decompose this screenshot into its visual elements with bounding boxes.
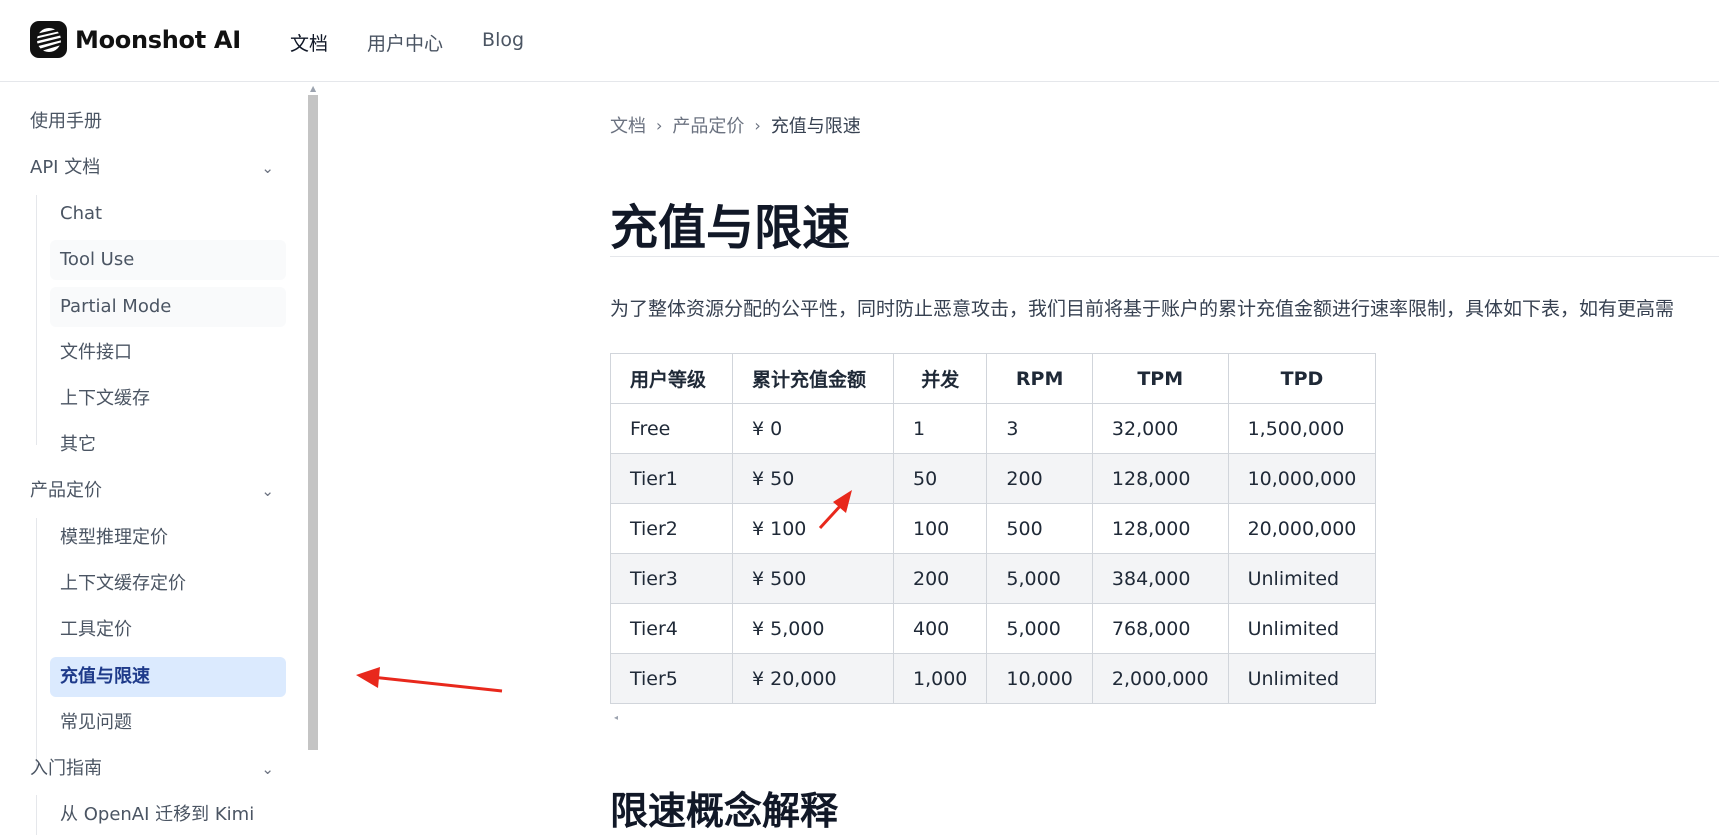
sidebar-item-tool-pricing[interactable]: 工具定价	[50, 610, 286, 650]
table-cell: 500	[986, 503, 1093, 554]
sidebar-item-cache-pricing[interactable]: 上下文缓存定价	[50, 564, 286, 604]
nav-docs[interactable]: 文档	[290, 29, 328, 56]
sidebar-item-tool-use[interactable]: Tool Use	[50, 240, 286, 280]
sidebar: 使用手册 API 文档 ⌄ Chat Tool Use Partial Mode…	[0, 83, 300, 835]
sidebar-item-manual[interactable]: 使用手册	[30, 102, 102, 142]
table-cell: 384,000	[1091, 553, 1229, 604]
scroll-up-icon[interactable]: ▲	[310, 84, 316, 93]
table-cell: 1,000	[892, 653, 988, 704]
sidebar-item-faq[interactable]: 常见问题	[50, 703, 286, 743]
sidebar-item-other[interactable]: 其它	[50, 425, 286, 465]
table-cell: Unlimited	[1227, 653, 1377, 704]
section-title: 限速概念解释	[610, 789, 839, 833]
table-cell: Unlimited	[1227, 603, 1377, 654]
table-cell: Unlimited	[1227, 553, 1377, 604]
table-cell: 20,000,000	[1227, 503, 1377, 554]
table-row: Tier4 ¥ 5,000 400 5,000 768,000 Unlimite…	[610, 603, 1377, 654]
moonshot-logo-icon	[30, 21, 67, 58]
table-cell: ¥ 500	[732, 553, 894, 604]
table-cell: Tier4	[610, 603, 733, 654]
top-navbar: Moonshot AI 文档 用户中心 Blog	[0, 0, 1719, 82]
chevron-right-icon: ›	[754, 115, 761, 135]
table-cell: 32,000	[1091, 403, 1229, 454]
nav-user-center[interactable]: 用户中心	[367, 29, 443, 56]
sidebar-rail	[36, 518, 37, 768]
table-cell: 2,000,000	[1091, 653, 1229, 704]
rate-limit-table: 用户等级 累计充值金额 并发 RPM TPM TPD Free ¥ 0 1 3 …	[610, 353, 1377, 704]
annotation-arrow	[356, 667, 503, 693]
chevron-down-icon: ⌄	[261, 159, 274, 177]
breadcrumb-docs[interactable]: 文档	[610, 112, 646, 138]
breadcrumb: 文档 › 产品定价 › 充值与限速	[610, 112, 861, 138]
table-cell: Free	[610, 403, 733, 454]
top-nav: 文档 用户中心 Blog	[290, 29, 563, 56]
sidebar-section-pricing[interactable]: 产品定价 ⌄	[30, 471, 274, 511]
chevron-right-icon: ›	[656, 115, 663, 135]
table-cell: 128,000	[1091, 453, 1229, 504]
sidebar-section-label: API 文档	[30, 157, 101, 178]
table-row: Tier2 ¥ 100 100 500 128,000 20,000,000	[610, 503, 1377, 554]
sidebar-section-label: 产品定价	[30, 480, 102, 501]
page-title: 充值与限速	[610, 200, 851, 256]
table-cell: ¥ 20,000	[732, 653, 894, 704]
table-cell: 128,000	[1091, 503, 1229, 554]
table-cell: 768,000	[1091, 603, 1229, 654]
sidebar-item-recharge-rate-limit[interactable]: 充值与限速	[50, 657, 286, 697]
table-cell: 1,500,000	[1227, 403, 1377, 454]
table-cell: 1	[892, 403, 988, 454]
table-header: TPM	[1091, 353, 1229, 404]
table-cell: 200	[986, 453, 1093, 504]
breadcrumb-pricing[interactable]: 产品定价	[672, 112, 744, 138]
brand-name: Moonshot AI	[75, 25, 241, 54]
intro-paragraph: 为了整体资源分配的公平性，同时防止恶意攻击，我们目前将基于账户的累计充值金额进行…	[610, 298, 1675, 320]
table-header: TPD	[1227, 353, 1377, 404]
breadcrumb-current: 充值与限速	[770, 116, 861, 137]
table-header-row: 用户等级 累计充值金额 并发 RPM TPM TPD	[610, 353, 1377, 404]
table-row: Tier5 ¥ 20,000 1,000 10,000 2,000,000 Un…	[610, 653, 1377, 704]
sidebar-item-partial-mode[interactable]: Partial Mode	[50, 287, 286, 327]
table-cell: 10,000	[986, 653, 1093, 704]
table-cell: ¥ 100	[732, 503, 894, 554]
sidebar-section-getting-started[interactable]: 入门指南 ⌄	[30, 749, 274, 789]
table-header: 用户等级	[610, 353, 733, 404]
table-cell: Tier5	[610, 653, 733, 704]
brand-logo[interactable]: Moonshot AI	[30, 21, 241, 58]
sidebar-item-chat[interactable]: Chat	[50, 194, 286, 234]
chevron-down-icon: ⌄	[261, 482, 274, 500]
table-cell: 200	[892, 553, 988, 604]
table-cell: 10,000,000	[1227, 453, 1377, 504]
sidebar-section-api-docs[interactable]: API 文档 ⌄	[30, 148, 274, 188]
nav-blog[interactable]: Blog	[482, 29, 524, 56]
table-header: RPM	[986, 353, 1093, 404]
sidebar-rail	[36, 795, 37, 835]
table-cell: Tier2	[610, 503, 733, 554]
chevron-down-icon: ⌄	[261, 760, 274, 778]
table-header: 累计充值金额	[732, 353, 894, 404]
table-cell: ¥ 0	[732, 403, 894, 454]
table-cell: 100	[892, 503, 988, 554]
sidebar-item-file-api[interactable]: 文件接口	[50, 333, 286, 373]
table-cell: ¥ 5,000	[732, 603, 894, 654]
table-cell: 3	[986, 403, 1093, 454]
sidebar-scrollbar[interactable]	[308, 95, 318, 750]
main-content: 文档 › 产品定价 › 充值与限速 充值与限速 为了整体资源分配的公平性，同时防…	[610, 83, 1719, 835]
table-row: Free ¥ 0 1 3 32,000 1,500,000	[610, 403, 1377, 454]
table-cell: 5,000	[986, 603, 1093, 654]
sidebar-item-model-pricing[interactable]: 模型推理定价	[50, 518, 286, 558]
sidebar-item-context-cache[interactable]: 上下文缓存	[50, 379, 286, 419]
table-cell: Tier3	[610, 553, 733, 604]
sidebar-section-label: 入门指南	[30, 758, 102, 779]
table-cell: 5,000	[986, 553, 1093, 604]
sidebar-item-migrate-openai[interactable]: 从 OpenAI 迁移到 Kimi	[50, 795, 286, 835]
sidebar-rail	[36, 195, 37, 445]
table-row: Tier1 ¥ 50 50 200 128,000 10,000,000	[610, 453, 1377, 504]
table-cell: ¥ 50	[732, 453, 894, 504]
table-header: 并发	[892, 353, 988, 404]
table-cell: 400	[892, 603, 988, 654]
table-row: Tier3 ¥ 500 200 5,000 384,000 Unlimited	[610, 553, 1377, 604]
title-divider	[610, 256, 1719, 257]
table-scroll-left-icon[interactable]: ◂	[614, 713, 618, 722]
table-cell: Tier1	[610, 453, 733, 504]
table-cell: 50	[892, 453, 988, 504]
